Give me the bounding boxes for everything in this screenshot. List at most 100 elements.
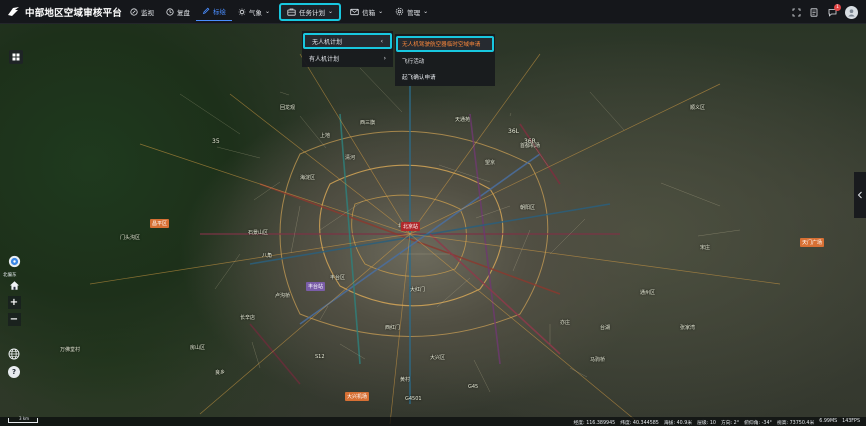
top-right-tools: 1 (791, 0, 866, 24)
minor-road (512, 229, 531, 272)
road-number: S12 (315, 354, 325, 360)
nav-manage[interactable]: 管理 ⌄ (389, 3, 434, 21)
nav-replay-label: 复盘 (177, 8, 190, 17)
uav-plan-submenu: 无人机驾驶航空器临时空域申请 飞行活动 起飞确认申请 (395, 34, 495, 86)
minor-road (436, 277, 471, 308)
longitude: 经度: 116.389945 (573, 420, 616, 426)
map-label: 西三旗 (360, 120, 376, 126)
nav-mailbox-label: 信箱 (362, 8, 376, 17)
avatar[interactable] (845, 5, 858, 19)
right-panel-toggle[interactable] (854, 172, 866, 218)
map-label: 万佛堂村 (60, 347, 81, 353)
map-label: 天通苑 (455, 117, 471, 123)
nav-manage-label: 管理 (407, 8, 421, 17)
app-title: 中部地区空域审核平台 (25, 7, 123, 19)
home-button[interactable] (6, 280, 22, 291)
map-label: 海淀区 (300, 175, 316, 181)
highway (139, 143, 411, 235)
clock-icon (166, 7, 174, 16)
compass-button[interactable] (6, 255, 22, 268)
main-nav: 监视 复盘 标绘 气象 ⌄ 任务计划 ⌄ 信箱 ⌄ 管理 ⌄ (124, 0, 434, 24)
chevron-down-icon: ⌄ (423, 8, 429, 15)
menu-item-label: 无人机计划 (312, 38, 343, 46)
road-number: 35 (212, 138, 220, 145)
menu-item-uav-plan[interactable]: 无人机计划 ‹ (303, 33, 392, 49)
transit-line (519, 123, 561, 185)
user-icon (848, 8, 855, 16)
scale-bar: 3 km (8, 416, 38, 423)
map-tag: 天门广场 (800, 238, 825, 247)
submenu-item-takeoff-confirm[interactable]: 起飞确认申请 (395, 69, 495, 85)
fullscreen-icon[interactable] (791, 7, 801, 17)
map-label: 八角 (262, 253, 273, 259)
top-navigation-bar: 中部地区空域审核平台 监视 复盘 标绘 气象 ⌄ 任务计划 ⌄ 信箱 ⌄ 管理 … (0, 0, 866, 24)
minor-road (509, 112, 512, 117)
minor-road (660, 182, 721, 207)
highway (199, 233, 411, 415)
minor-road (253, 181, 281, 201)
coordinates-readout: 经度: 116.389945 纬度: 40.344585 海拔: 40.9米 层… (573, 419, 860, 426)
map-label: 顺义区 (690, 105, 706, 111)
help-button[interactable]: ? (6, 366, 22, 378)
map-label: 回龙观 (280, 105, 296, 111)
gear-icon (395, 7, 404, 16)
minor-road (290, 205, 301, 254)
zoom-in-button[interactable]: + (6, 296, 22, 309)
minus-icon: − (7, 313, 21, 326)
map-tag: 昌平区 (150, 219, 170, 228)
map-label: 黄村 (400, 377, 411, 383)
road-number: G4501 (405, 396, 422, 402)
road-number: G45 (468, 384, 479, 390)
globe-button[interactable] (6, 348, 22, 360)
globe-icon (8, 348, 20, 360)
map-label: 房山区 (190, 345, 206, 351)
map-label: 石景山区 (248, 230, 269, 236)
status-bar: 3 km 经度: 116.389945 纬度: 40.344585 海拔: 40… (0, 416, 866, 426)
message-icon[interactable]: 1 (827, 4, 841, 17)
document-icon[interactable] (809, 7, 819, 17)
brand: 中部地区空域审核平台 (0, 5, 124, 19)
map-label: 西红门 (385, 325, 401, 331)
map-label: 通州区 (640, 290, 656, 296)
map-label: 长辛店 (240, 315, 256, 321)
map-label: 朝阳区 (520, 205, 536, 211)
map-label: 清河 (345, 155, 356, 161)
map-label: 台湖 (600, 325, 611, 331)
submenu-item-temp-airspace-request[interactable]: 无人机驾驶航空器临时空域申请 (396, 36, 494, 52)
scale-label: 3 km (19, 416, 30, 421)
monitor-icon (130, 7, 138, 16)
chevron-down-icon: ⌄ (328, 8, 334, 15)
view-height: 视高: 73750.4米 (776, 420, 815, 426)
map-tag: 大兴机场 (345, 392, 370, 401)
briefcase-icon (287, 8, 296, 16)
map-label: 丰台区 (330, 275, 346, 281)
minor-road (438, 164, 491, 183)
frame-rate: 143FPS (842, 418, 860, 424)
road-number: 36L (508, 128, 519, 135)
nav-task-plan[interactable]: 任务计划 ⌄ (279, 2, 342, 21)
map-tag: 丰台站 (306, 282, 326, 291)
minor-road (279, 91, 290, 96)
map-label: 良乡 (215, 370, 226, 376)
highway (299, 53, 411, 235)
zoom-out-button[interactable]: − (6, 313, 22, 326)
nav-weather[interactable]: 气象 ⌄ (232, 3, 276, 21)
zoom-level: 层级: 10 (697, 420, 716, 426)
nav-plot[interactable]: 标绘 (196, 3, 232, 21)
notification-badge: 1 (834, 4, 841, 11)
nav-mailbox[interactable]: 信箱 ⌄ (344, 3, 389, 21)
road-number: 36R (524, 138, 536, 145)
map-label: 张家湾 (680, 325, 696, 331)
compass-icon (8, 255, 20, 268)
nav-monitor[interactable]: 监视 (124, 3, 160, 21)
chevron-down-icon: ⌄ (265, 8, 271, 15)
menu-item-manned-plan[interactable]: 有人机计划 › (302, 50, 393, 66)
transit-line (429, 233, 561, 355)
question-icon: ? (8, 366, 20, 378)
minor-road (339, 343, 366, 360)
nav-replay[interactable]: 复盘 (160, 3, 196, 21)
grid-icon (12, 53, 20, 61)
submenu-item-flight-activity[interactable]: 飞行活动 (395, 53, 495, 69)
map-label: 大兴区 (430, 355, 446, 361)
layers-grid-button[interactable] (9, 50, 23, 64)
